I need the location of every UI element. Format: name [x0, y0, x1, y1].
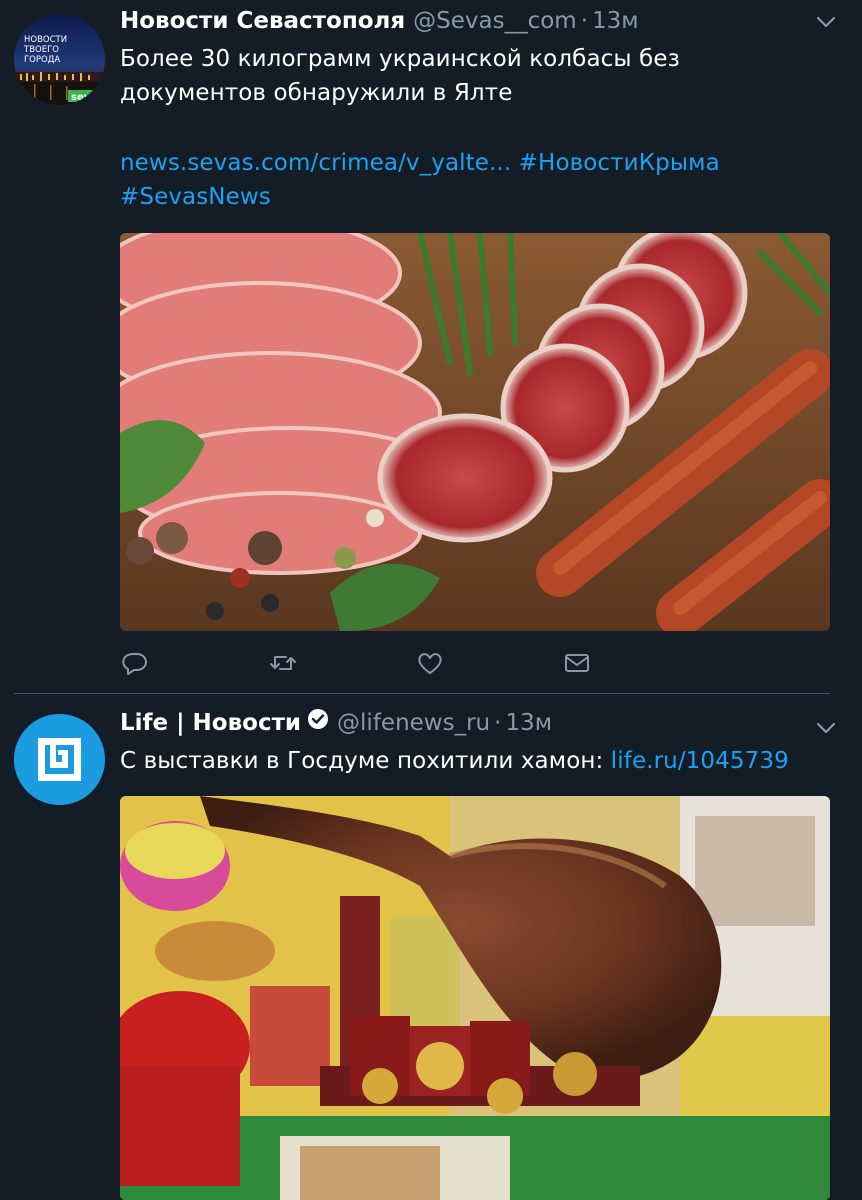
- avatar-text-line-2: ТВОЕГО: [23, 45, 59, 55]
- avatar-text-line-3: ГОРОДА: [24, 55, 60, 65]
- username-handle[interactable]: @lifenews_ru: [337, 710, 490, 736]
- verified-badge-icon: [307, 708, 329, 730]
- tweet-text-line-1: Более 30 килограмм украинской колбасы бе…: [120, 46, 680, 72]
- tweet-text-line-2: документов обнаружили в Ялте: [120, 80, 513, 106]
- tweet-text: С выставки в Госдуме похитили хамон: lif…: [120, 744, 789, 778]
- display-name[interactable]: Life | Новости: [120, 710, 301, 736]
- avatar-brand-text: sevas: [71, 92, 103, 103]
- separator-dot: ·: [580, 8, 588, 34]
- reply-icon[interactable]: [120, 648, 150, 678]
- separator-dot: ·: [494, 710, 502, 736]
- username-handle[interactable]: @Sevas__com: [413, 8, 577, 34]
- article-link[interactable]: life.ru/1045739: [611, 748, 789, 774]
- timestamp[interactable]: 13м: [505, 710, 552, 736]
- avatar-text-line-1: НОВОСТИ: [24, 35, 67, 45]
- tweet-sevas[interactable]: НОВОСТИ ТВОЕГО ГОРОДА sevas Новости Сева…: [0, 0, 862, 693]
- timestamp[interactable]: 13м: [592, 8, 639, 34]
- message-icon[interactable]: [562, 648, 592, 678]
- chevron-down-icon[interactable]: [816, 720, 836, 734]
- tweet-image-jamon[interactable]: [120, 796, 830, 1200]
- tweet-header: Life | Новости @lifenews_ru · 13м: [120, 708, 552, 748]
- tweet-text: Более 30 килограмм украинской колбасы бе…: [120, 42, 680, 110]
- chevron-down-icon[interactable]: [816, 14, 836, 28]
- article-link[interactable]: news.sevas.com/crimea/v_yalte...: [120, 150, 511, 176]
- avatar-lifenews[interactable]: [14, 714, 105, 805]
- like-icon[interactable]: [415, 648, 445, 678]
- tweet-links: news.sevas.com/crimea/v_yalte... #Новост…: [120, 146, 720, 214]
- avatar-sevas[interactable]: НОВОСТИ ТВОЕГО ГОРОДА sevas: [14, 14, 105, 105]
- tweet-text-body: С выставки в Госдуме похитили хамон:: [120, 748, 611, 774]
- hashtag-link[interactable]: #SevasNews: [120, 184, 271, 210]
- hashtag-link[interactable]: #НовостиКрыма: [519, 150, 720, 176]
- tweet-image-sausage[interactable]: [120, 233, 830, 631]
- tweet-lifenews[interactable]: Life | Новости @lifenews_ru · 13м С выст…: [0, 694, 862, 1200]
- retweet-icon[interactable]: [268, 648, 298, 678]
- tweet-actions: [120, 648, 830, 678]
- display-name[interactable]: Новости Севастополя: [120, 8, 405, 34]
